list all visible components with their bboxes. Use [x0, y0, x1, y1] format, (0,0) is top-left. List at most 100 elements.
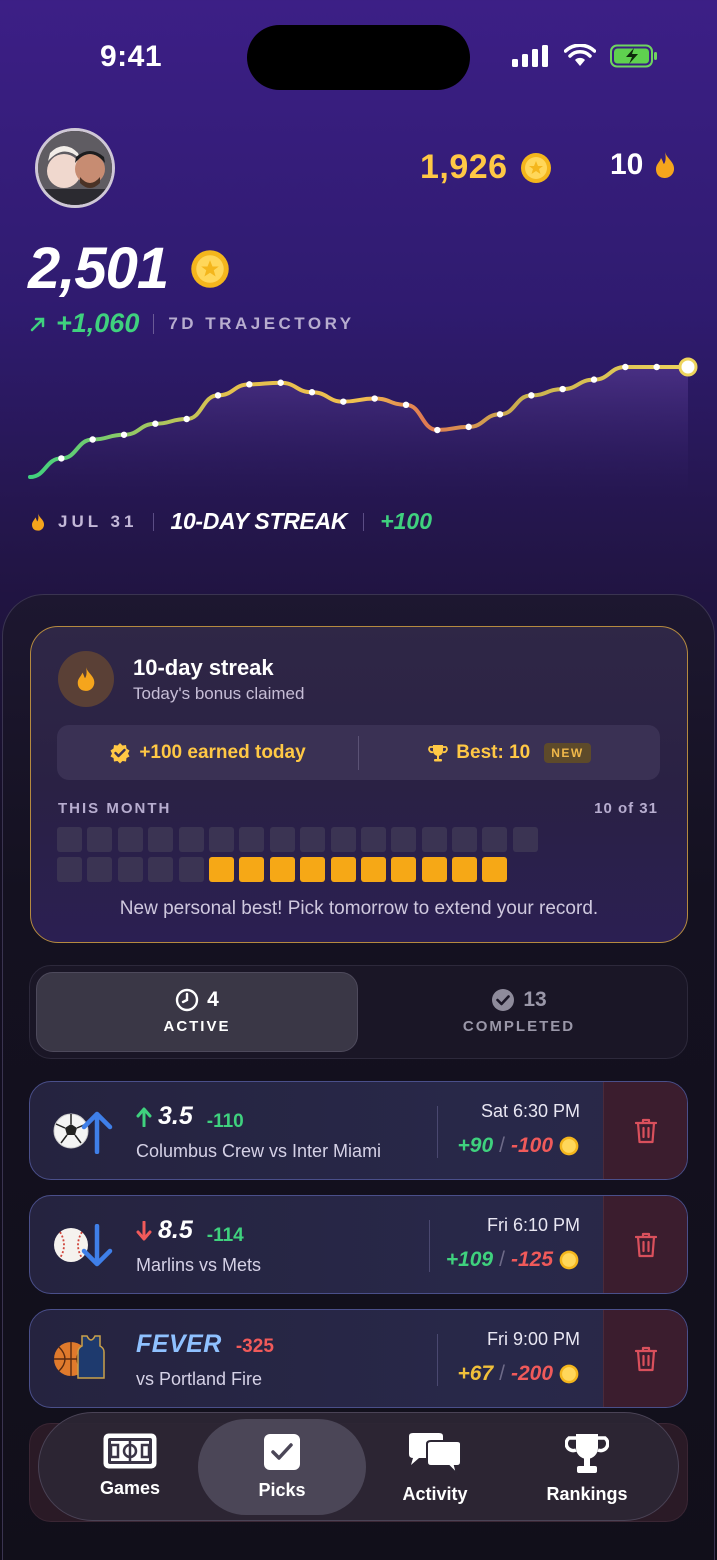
chart-point [214, 392, 222, 399]
trajectory-chart [28, 357, 698, 495]
coin-icon [559, 1250, 579, 1270]
avatar-photo [38, 131, 112, 205]
chart-point [622, 363, 629, 371]
calendar-day [178, 857, 204, 883]
dynamic-island [247, 25, 470, 90]
pick-win: +90 [457, 1134, 494, 1157]
chart-point [465, 423, 472, 431]
best-streak: Best: 10 NEW [359, 742, 660, 764]
delete-pick-button[interactable] [603, 1196, 687, 1293]
chart-point [402, 401, 410, 409]
calendar-day [269, 857, 295, 883]
divider [437, 1106, 438, 1158]
pick-line: 3.5 [158, 1102, 193, 1130]
avatar[interactable] [35, 128, 115, 208]
delete-pick-button[interactable] [603, 1310, 687, 1407]
pick-payout: +67 / -200 [458, 1362, 580, 1386]
streak-bonus: +100 [380, 508, 432, 534]
chart-point [653, 363, 660, 371]
pick-time: Fri 6:10 PM [486, 1215, 580, 1235]
payout-divider: / [499, 1248, 505, 1271]
calendar-day [208, 827, 234, 852]
pick-lose: -200 [510, 1362, 553, 1385]
divider [153, 313, 155, 334]
payout-divider: / [499, 1362, 505, 1385]
streak-counter-top[interactable]: 10 [610, 148, 677, 182]
chart-point [434, 426, 441, 434]
calendar-day [57, 857, 82, 883]
trajectory-label: 7D TRAJECTORY [168, 313, 355, 333]
nav-rankings-label: Rankings [546, 1484, 628, 1504]
calendar-day [178, 827, 204, 852]
pick-card[interactable]: 8.5 -114 Marlins vs Mets Fri 6:10 PM +10… [29, 1195, 688, 1294]
pick-card[interactable]: 3.5 -110 Columbus Crew vs Inter Miami Sa… [29, 1081, 688, 1180]
calendar-day [300, 827, 326, 852]
streak-card-subtitle: Today's bonus claimed [133, 684, 305, 703]
delete-pick-button[interactable] [603, 1082, 687, 1179]
earned-today-label: +100 earned today [139, 741, 306, 763]
calendar-day [391, 827, 417, 852]
balance-amount: 2,501 [28, 236, 169, 301]
streak-count: 10 [610, 148, 644, 181]
pick-team: FEVER [136, 1330, 222, 1358]
divider [437, 1334, 438, 1386]
calendar-day [330, 857, 356, 883]
streak-summary: JUL 31 10-DAY STREAK +100 [30, 508, 432, 535]
nav-games[interactable]: Games [50, 1432, 210, 1499]
calendar-day [452, 827, 478, 852]
calendar-day [421, 827, 447, 852]
calendar-day [269, 827, 295, 852]
status-icons [512, 44, 658, 68]
nav-activity-label: Activity [402, 1484, 468, 1504]
best-streak-label: Best: 10 [456, 741, 531, 763]
streak-card-footer: New personal best! Pick tomorrow to exte… [119, 898, 599, 919]
pick-win: +67 [457, 1362, 494, 1385]
pick-odds: -325 [235, 1336, 274, 1357]
pick-payout: +109 / -125 [446, 1248, 579, 1272]
coin-icon [559, 1136, 579, 1156]
wifi-icon [564, 44, 596, 66]
divider [153, 512, 155, 531]
tab-completed[interactable]: 13 COMPLETED [358, 988, 680, 1035]
calendar-day [148, 827, 174, 852]
tab-active[interactable]: 4 ACTIVE [36, 988, 358, 1035]
flame-icon [656, 152, 675, 178]
calendar-day [360, 857, 386, 883]
nav-picks-label: Picks [258, 1480, 306, 1500]
total-balance: 2,501 [28, 235, 230, 302]
month-label: THIS MONTH [58, 800, 172, 817]
flame-icon [77, 667, 95, 691]
chart-point [340, 398, 347, 405]
nav-activity[interactable]: Activity [355, 1432, 515, 1505]
field-icon [103, 1433, 157, 1469]
calendar-day [512, 827, 538, 852]
calendar-day [117, 857, 143, 883]
pick-matchup: vs Portland Fire [136, 1369, 263, 1389]
calendar-day [117, 827, 143, 852]
calendar-day [330, 827, 356, 852]
calendar-day [482, 827, 508, 852]
active-label: ACTIVE [163, 1018, 231, 1035]
month-calendar-grid [57, 827, 538, 883]
nav-rankings[interactable]: Rankings [507, 1432, 667, 1505]
streak-title: 10-DAY STREAK [170, 508, 348, 534]
signal-icon [512, 45, 548, 67]
calendar-day [239, 827, 265, 852]
chart-point [89, 436, 96, 443]
calendar-day [452, 857, 478, 883]
coin-icon [520, 152, 551, 183]
nav-picks[interactable]: Picks [202, 1432, 362, 1501]
pick-time: Sat 6:30 PM [480, 1101, 580, 1121]
calendar-day [208, 857, 234, 883]
pick-card[interactable]: FEVER -325 vs Portland Fire Fri 9:00 PM … [29, 1309, 688, 1408]
chart-point [559, 385, 566, 393]
chart-point [590, 376, 598, 383]
streak-card [30, 626, 688, 943]
pick-time: Fri 9:00 PM [486, 1329, 580, 1349]
calendar-day [482, 857, 508, 883]
chart-point [152, 420, 159, 427]
coin-balance-top[interactable]: 1,926 [420, 148, 552, 187]
completed-count: 13 [523, 988, 547, 1011]
completed-label: COMPLETED [462, 1018, 576, 1035]
calendar-day [360, 827, 386, 852]
